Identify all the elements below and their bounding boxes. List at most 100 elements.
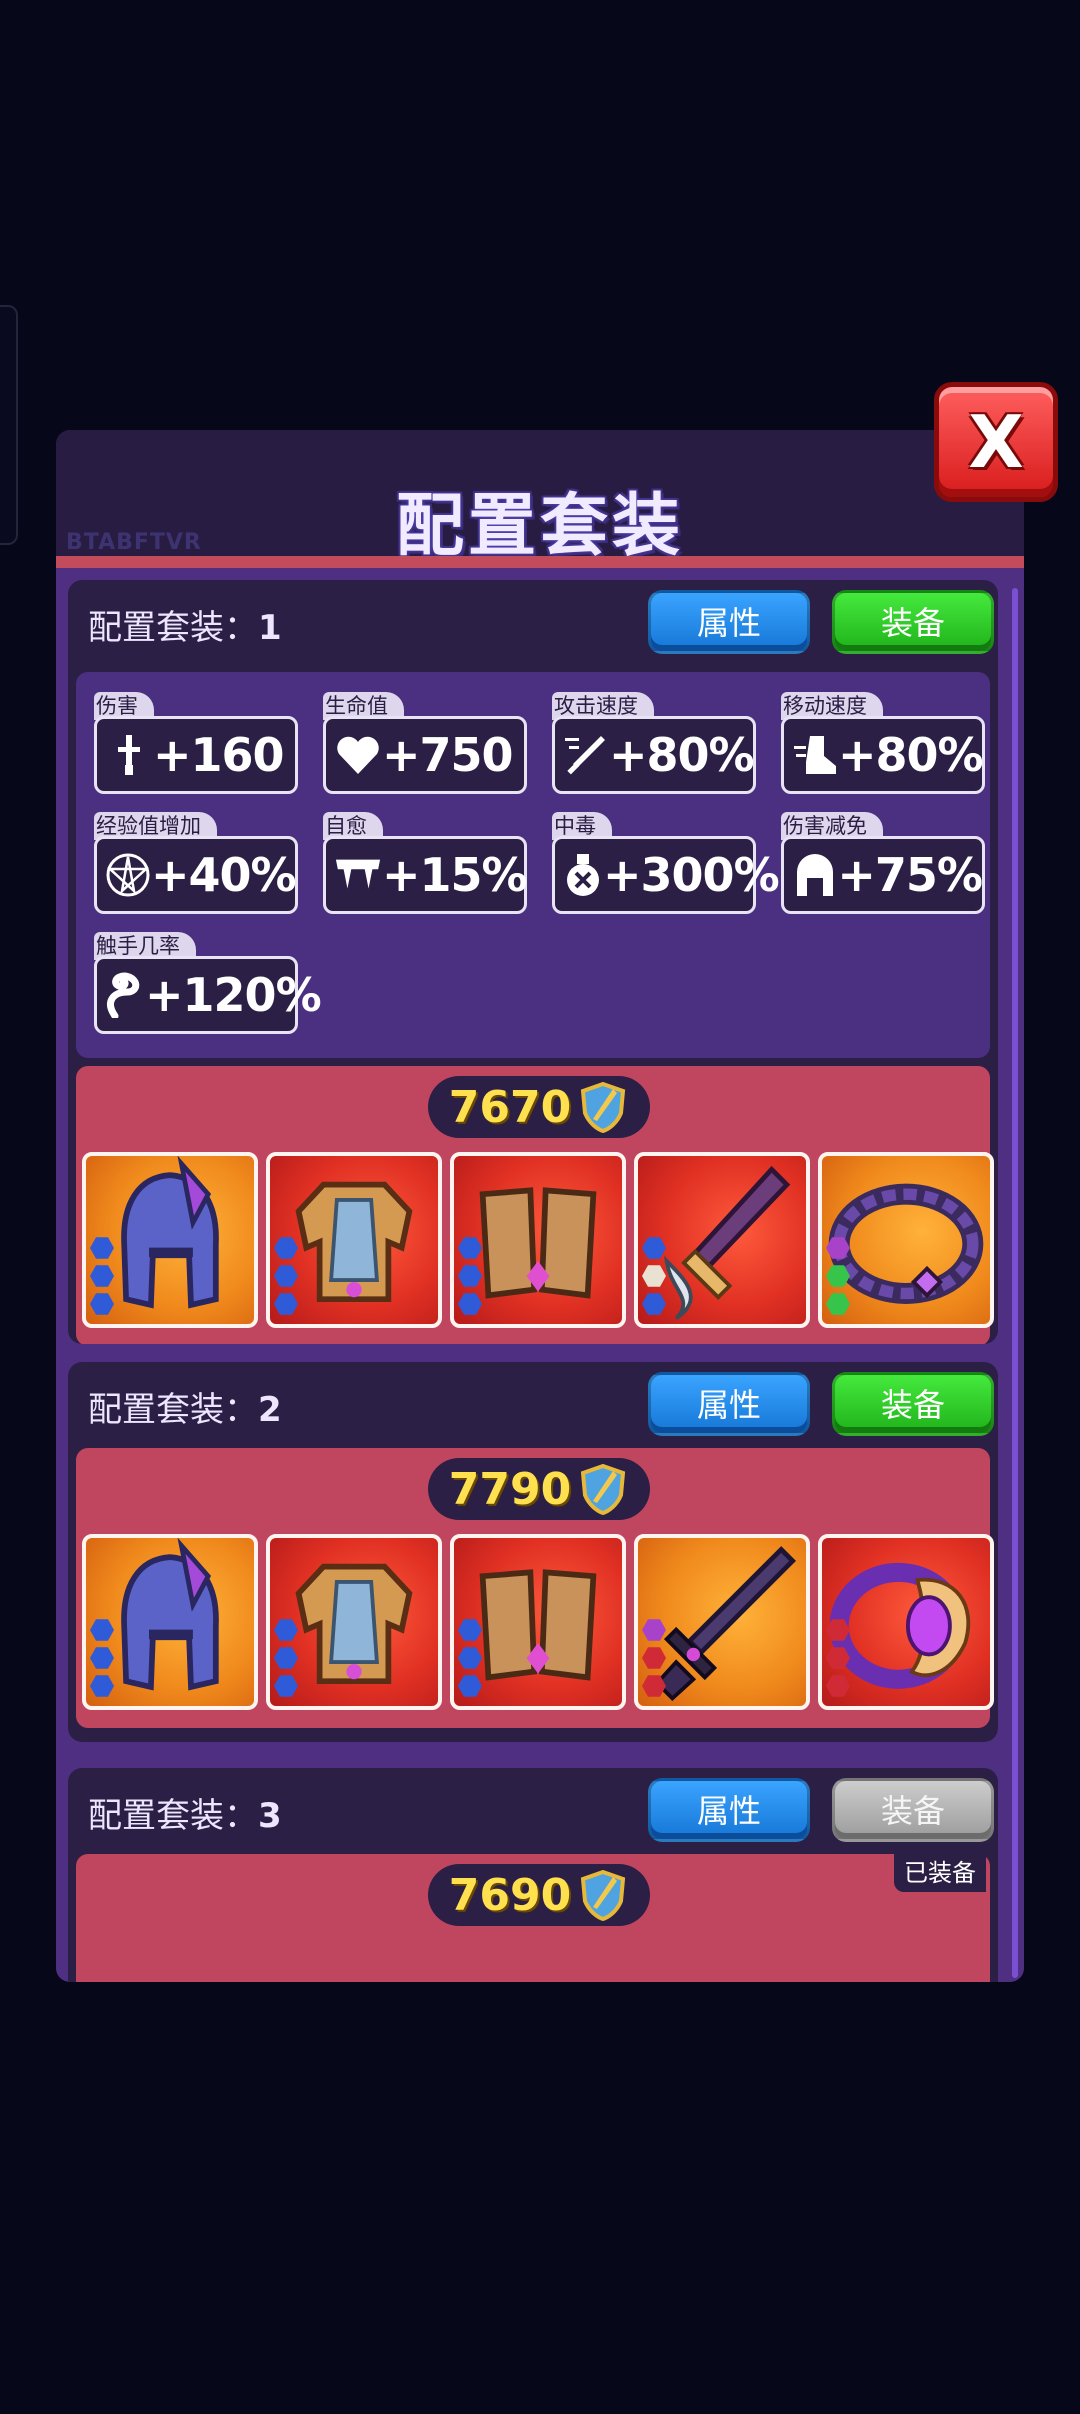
gear-slot[interactable] [818,1534,994,1710]
attributes-button[interactable]: 属性 [648,1778,810,1842]
gem-icon [826,1237,850,1259]
gem-icon [90,1265,114,1287]
equipped-tag: 已装备 [894,1854,986,1892]
loadout-title: 配置套装：2 [88,1390,282,1430]
stat-move-speed: 移动速度 +80% [781,692,985,794]
gear-slot[interactable] [82,1152,258,1328]
gear-slot[interactable] [634,1152,810,1328]
pentagram-icon [105,851,151,899]
stats-grid: 伤害 +160 生命值 +750 攻击速度 +80% 移动速度 +80% 经验值… [76,672,990,1058]
stat-value: +75% [837,848,983,902]
loadout-title: 配置套装：1 [88,608,282,648]
power-score: 7690 [428,1864,650,1926]
stat-poison: 中毒 +300% [552,812,780,914]
stat-attack-speed: 攻击速度 +80% [552,692,756,794]
stat-health: 生命值 +750 [323,692,527,794]
gem-sockets [274,1618,298,1698]
gem-sockets [826,1618,850,1698]
gem-icon [826,1293,850,1315]
gem-icon [458,1237,482,1259]
power-score: 7670 [428,1076,650,1138]
stat-xp-gain: 经验值增加 +40% [94,812,298,914]
attack-speed-icon [563,731,609,779]
gem-sockets [458,1236,482,1316]
gear-slot[interactable] [634,1534,810,1710]
gear-slot[interactable] [450,1534,626,1710]
gem-sockets [274,1236,298,1316]
stat-value: +160 [153,728,285,782]
stat-value: +80% [609,728,755,782]
loadout-panel: 配置套装 BTABFTVR 配置套装：1 属性 装备 伤害 +160 生命值 +… [56,430,1024,1982]
helmet-icon [792,851,837,899]
gem-icon [642,1619,666,1641]
close-button[interactable]: X [934,382,1058,502]
gem-icon [274,1237,298,1259]
loadout-number: 2 [258,1390,282,1430]
gem-sockets [826,1236,850,1316]
gem-icon [458,1265,482,1287]
attributes-button[interactable]: 属性 [648,590,810,654]
gem-icon [642,1293,666,1315]
gem-icon [90,1647,114,1669]
attributes-button[interactable]: 属性 [648,1372,810,1436]
power-shield-icon [581,1869,626,1921]
heart-icon [334,731,382,779]
gem-icon [642,1675,666,1697]
gem-icon [826,1265,850,1287]
power-score: 7790 [428,1458,650,1520]
gem-icon [274,1265,298,1287]
loadout-number: 1 [258,608,282,648]
screen-edge-notch [0,305,18,545]
gem-sockets [458,1618,482,1698]
gem-icon [90,1293,114,1315]
loadout-list[interactable]: 配置套装：1 属性 装备 伤害 +160 生命值 +750 攻击速度 +80% … [56,568,1024,1982]
stat-damage: 伤害 +160 [94,692,298,794]
gem-icon [274,1647,298,1669]
power-shield-icon [581,1081,626,1133]
gear-slot[interactable] [450,1152,626,1328]
gem-sockets [90,1618,114,1698]
gem-icon [274,1293,298,1315]
stat-value: +120% [145,968,322,1022]
power-shield-icon [581,1463,626,1515]
gear-section: 7790 [76,1448,994,1728]
gem-icon [90,1237,114,1259]
gear-section: 7670 [76,1066,994,1344]
power-value: 7690 [448,1869,572,1921]
gem-icon [274,1619,298,1641]
gem-icon [90,1675,114,1697]
boot-icon [792,731,838,779]
scrollbar[interactable] [1012,588,1018,1978]
gear-slot[interactable] [266,1152,442,1328]
gem-icon [458,1675,482,1697]
gear-section: 已装备 7690 [76,1854,990,1982]
header-divider [56,556,1024,568]
loadout-card-2: 配置套装：2 属性 装备 7790 [68,1362,998,1742]
sword-icon [105,731,153,779]
gem-icon [826,1619,850,1641]
gear-slot[interactable] [82,1534,258,1710]
gem-sockets [642,1618,666,1698]
stat-value: +300% [603,848,780,902]
power-value: 7790 [448,1463,572,1515]
stat-damage-reduction: 伤害减免 +75% [781,812,985,914]
gear-slot[interactable] [266,1534,442,1710]
loadout-card-3: 配置套装：3 属性 装备 已装备 7690 [68,1768,998,1982]
gem-icon [642,1647,666,1669]
stat-value: +80% [838,728,984,782]
equip-button[interactable]: 装备 [832,1372,994,1436]
loadout-title: 配置套装：3 [88,1796,282,1836]
gem-icon [826,1647,850,1669]
gem-sockets [90,1236,114,1316]
equip-button[interactable]: 装备 [832,590,994,654]
gem-icon [274,1675,298,1697]
gem-icon [458,1619,482,1641]
stat-regen: 自愈 +15% [323,812,528,914]
stat-value: +40% [151,848,297,902]
fangs-icon [334,851,382,899]
gem-icon [90,1619,114,1641]
gear-slot[interactable] [818,1152,994,1328]
power-value: 7670 [448,1081,572,1133]
stat-tentacle-chance: 触手几率 +120% [94,932,322,1034]
gem-icon [826,1675,850,1697]
